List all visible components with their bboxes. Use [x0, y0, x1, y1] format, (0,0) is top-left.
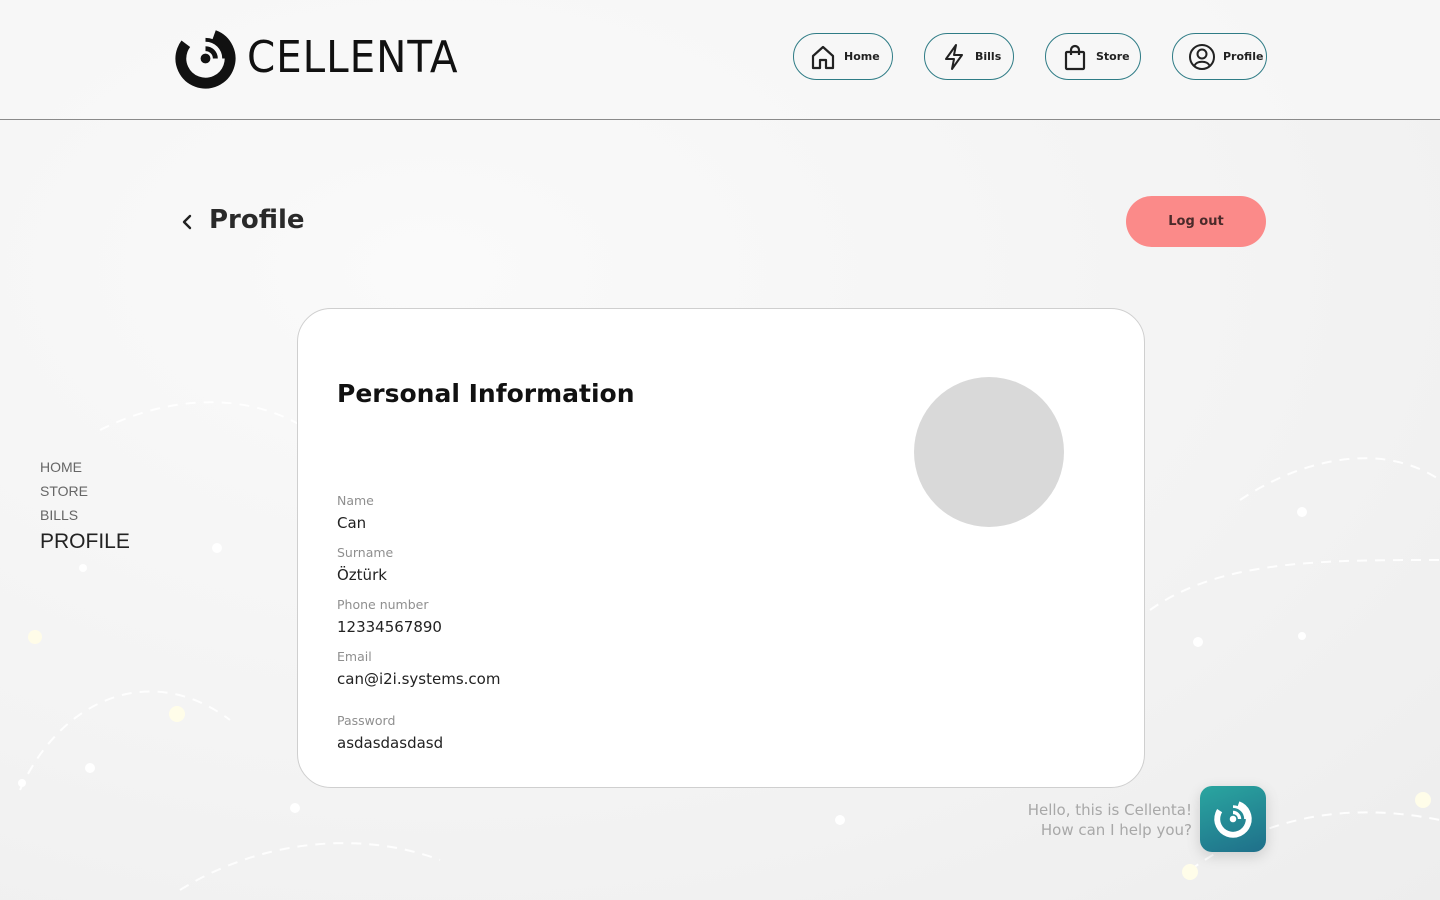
nav-bills-button[interactable]: Bills [924, 33, 1014, 80]
cellenta-logo-icon [175, 27, 236, 89]
phone-label: Phone number [337, 597, 429, 612]
name-label: Name [337, 493, 374, 508]
page-title: Profile [209, 205, 305, 235]
surname-label: Surname [337, 545, 394, 560]
chat-greeting-line1: Hello, this is Cellenta! [1027, 801, 1192, 819]
phone-field: Phone number 12334567890 [337, 597, 442, 637]
user-icon [1187, 42, 1217, 72]
brand-logo[interactable]: CELLENTA [174, 26, 484, 90]
cellenta-chat-icon [1214, 800, 1252, 838]
nav-bills-label: Bills [975, 50, 1002, 63]
nav-profile-label: Profile [1223, 50, 1264, 63]
surname-value: Öztürk [337, 566, 387, 584]
logout-button[interactable]: Log out [1126, 196, 1266, 247]
shopping-bag-icon [1060, 42, 1090, 72]
card-title: Personal Information [337, 379, 635, 408]
avatar[interactable] [914, 377, 1064, 527]
side-nav: HOME STORE BILLS PROFILE [40, 458, 130, 554]
email-value: can@i2i.systems.com [337, 670, 501, 688]
phone-value: 12334567890 [337, 618, 442, 636]
side-nav-home[interactable]: HOME [40, 458, 130, 482]
brand-name: CELLENTA [247, 32, 459, 83]
home-icon [808, 42, 838, 72]
name-field: Name Can [337, 493, 374, 533]
password-label: Password [337, 713, 396, 728]
name-value: Can [337, 514, 367, 532]
nav-home-button[interactable]: Home [793, 33, 893, 80]
surname-field: Surname Öztürk [337, 545, 393, 585]
side-nav-profile[interactable]: PROFILE [40, 530, 130, 554]
nav-store-button[interactable]: Store [1045, 33, 1141, 80]
nav-store-label: Store [1096, 50, 1130, 63]
lightning-icon [939, 42, 969, 72]
chat-assistant-button[interactable] [1200, 786, 1266, 852]
side-nav-bills[interactable]: BILLS [40, 506, 130, 530]
password-field: Password asdasdasdasd [337, 713, 443, 753]
email-field: Email can@i2i.systems.com [337, 649, 500, 689]
nav-home-label: Home [844, 50, 880, 63]
nav-profile-button[interactable]: Profile [1172, 33, 1267, 80]
top-header: CELLENTA Home Bills Store Profile [0, 0, 1440, 120]
back-button[interactable] [180, 210, 200, 234]
chat-greeting-line2: How can I help you? [1040, 821, 1192, 839]
chat-greeting: Hello, this is Cellenta! How can I help … [1028, 800, 1192, 840]
personal-info-card: Personal Information Name Can Surname Öz… [297, 308, 1145, 788]
email-label: Email [337, 649, 372, 664]
chevron-left-icon [182, 214, 192, 230]
password-value: asdasdasdasd [337, 734, 444, 752]
side-nav-store[interactable]: STORE [40, 482, 130, 506]
